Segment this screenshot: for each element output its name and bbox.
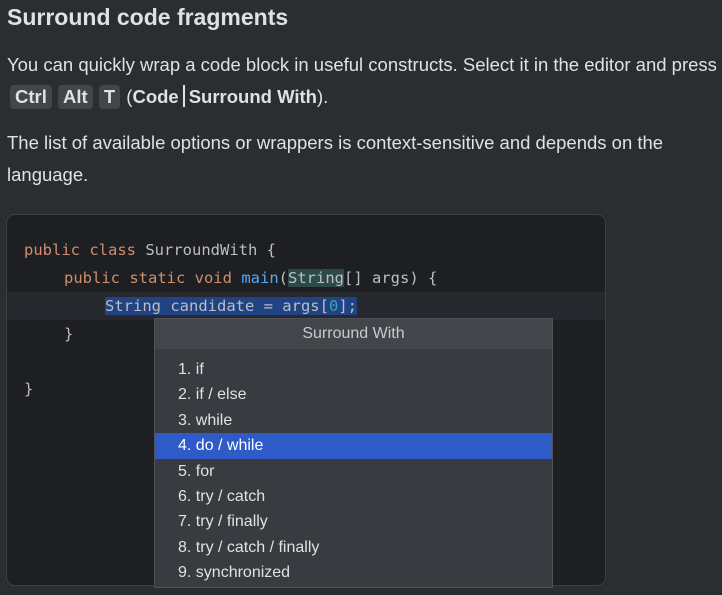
menu-item-synchronized[interactable]: 9. synchronized: [155, 560, 552, 585]
menu-item-do-while[interactable]: 4. do / while: [155, 433, 552, 459]
paren: (: [278, 269, 288, 287]
selected-code-end: ];: [338, 297, 357, 315]
menu-path-code: Code: [132, 86, 179, 107]
code-line-1: public class SurroundWith {: [24, 236, 276, 264]
brace-open: {: [266, 241, 276, 259]
intro-paragraph: You can quickly wrap a code block in use…: [7, 49, 717, 113]
keyword-public-static-void: public static void: [64, 269, 232, 287]
code-line-3-selected[interactable]: String candidate = args[0];: [105, 292, 357, 320]
tip-page: Surround code fragments You can quickly …: [0, 0, 722, 595]
surround-options-list: 1. if 2. if / else 3. while 4. do / whil…: [155, 349, 552, 586]
code-line-5: }: [24, 380, 34, 398]
menu-item-if-else[interactable]: 2. if / else: [155, 382, 552, 407]
paren-close: ).: [316, 86, 329, 107]
menu-item-for[interactable]: 5. for: [155, 459, 552, 484]
type-string: String: [288, 269, 344, 287]
surround-with-popup[interactable]: Surround With 1. if 2. if / else 3. whil…: [154, 318, 553, 588]
key-alt: Alt: [58, 85, 93, 109]
class-name: SurroundWith: [145, 241, 258, 259]
menu-item-if[interactable]: 1. if: [155, 357, 552, 382]
menu-path-separator: [182, 85, 185, 107]
selected-code: String candidate = args[0];: [105, 297, 357, 315]
selected-code-text: String candidate = args[: [105, 297, 329, 315]
code-line-2: public static void main(String[] args) {: [64, 264, 437, 292]
code-line-4: }: [64, 325, 74, 343]
index-number: 0: [328, 297, 339, 315]
menu-path-surround-with: Surround With: [188, 86, 317, 107]
method-name: main: [241, 269, 279, 287]
params-rest: [] args) {: [344, 269, 438, 287]
intro-text: You can quickly wrap a code block in use…: [7, 54, 717, 75]
menu-item-try-finally[interactable]: 7. try / finally: [155, 509, 552, 534]
note-paragraph: The list of available options or wrapper…: [7, 132, 664, 185]
menu-item-while[interactable]: 3. while: [155, 408, 552, 433]
keyword-public-class: public class: [24, 241, 136, 259]
menu-item-try-catch[interactable]: 6. try / catch: [155, 484, 552, 509]
popup-title: Surround With: [155, 319, 552, 349]
menu-item-try-catch-finally[interactable]: 8. try / catch / finally: [155, 535, 552, 560]
page-title: Surround code fragments: [7, 4, 289, 30]
key-t: T: [98, 85, 121, 109]
key-ctrl: Ctrl: [10, 85, 52, 109]
